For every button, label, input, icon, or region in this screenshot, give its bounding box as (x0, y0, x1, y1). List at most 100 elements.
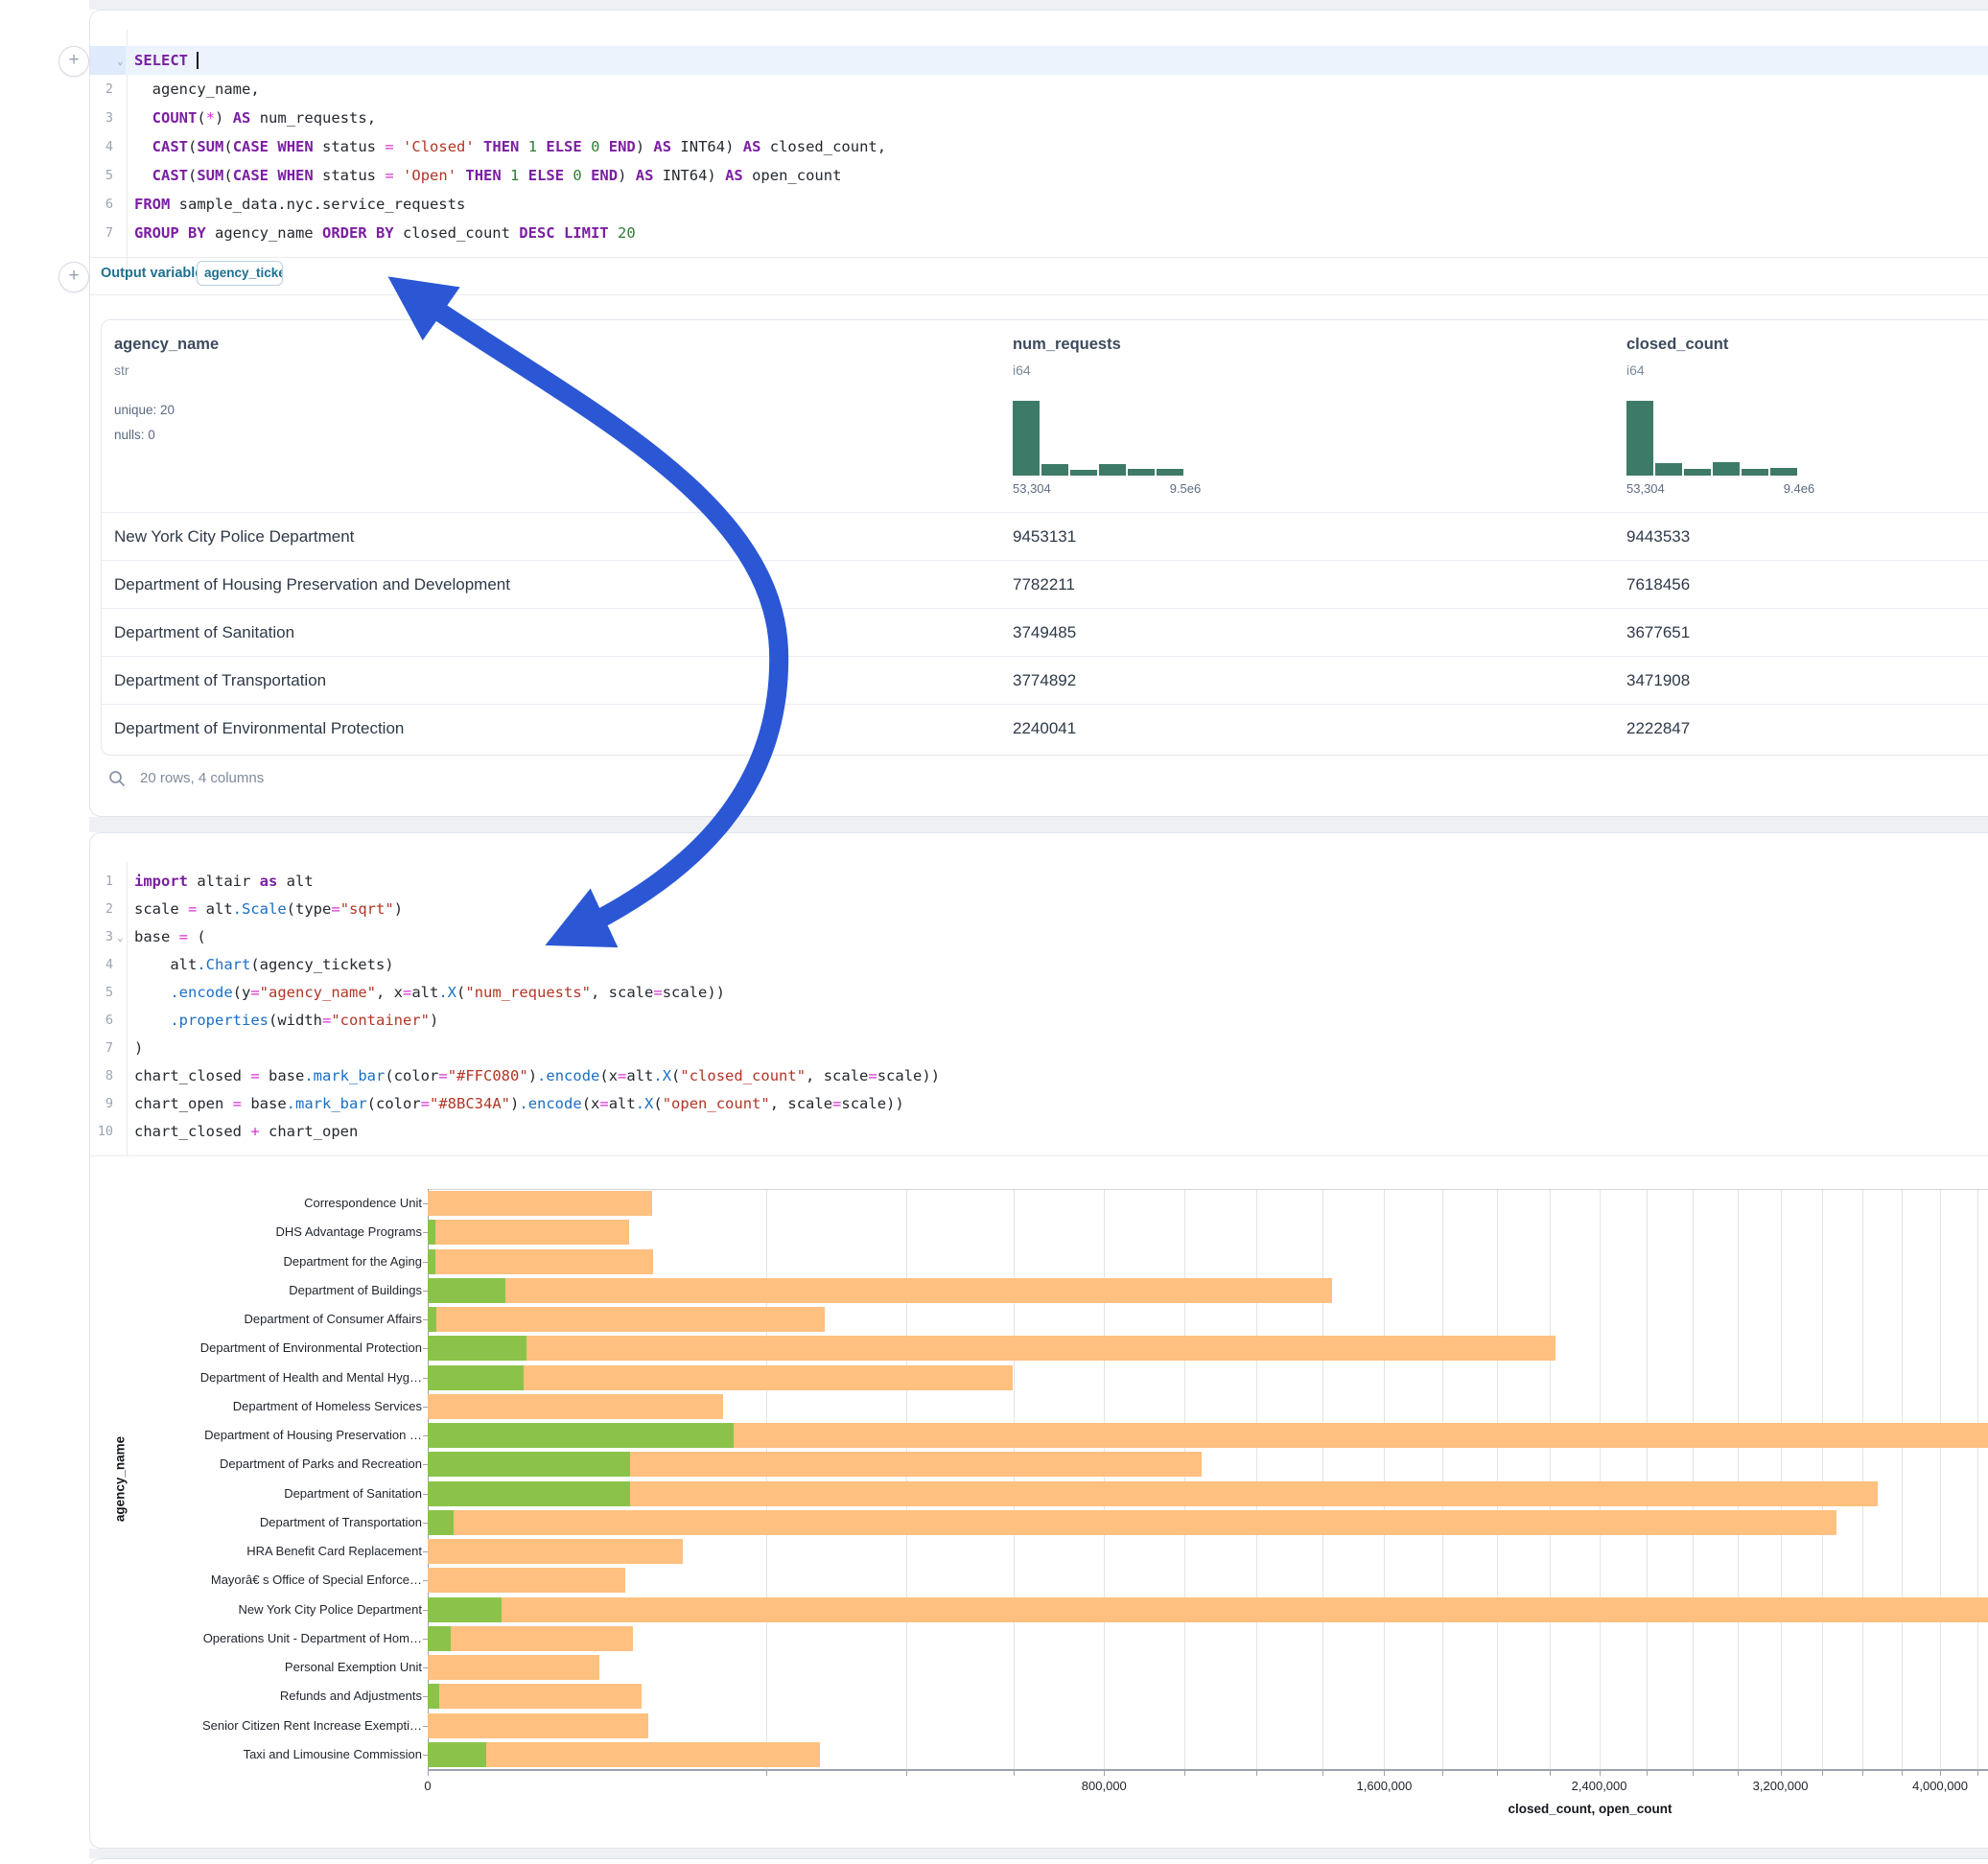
table-cell: 2222847 (1626, 705, 1690, 753)
divider (90, 1155, 1988, 1156)
collapse-caret-icon[interactable]: ⌄ (117, 923, 124, 952)
code-line[interactable]: 5 CAST(SUM(CASE WHEN status = 'Open' THE… (90, 161, 1988, 190)
code-line[interactable]: 9chart_open = base.mark_bar(color="#8BC3… (90, 1089, 1988, 1118)
y-axis-label: Department for the Aging (283, 1254, 422, 1270)
x-axis-tick (1322, 1770, 1323, 1776)
code-line[interactable]: 8chart_closed = base.mark_bar(color="#FF… (90, 1061, 1988, 1090)
x-axis-title: closed_count, open_count (1398, 1802, 1782, 1816)
code-line[interactable]: 2scale = alt.Scale(type="sqrt") (90, 895, 1988, 923)
x-axis-tick (1902, 1770, 1903, 1776)
code-line[interactable]: 4 alt.Chart(agency_tickets) (90, 950, 1988, 979)
histogram-bar (1128, 469, 1155, 476)
x-axis-tick (1600, 1770, 1601, 1776)
y-axis-tick (423, 1291, 428, 1292)
x-axis-label: 2,400,000 (1542, 1779, 1657, 1793)
y-axis-label: HRA Benefit Card Replacement (246, 1544, 422, 1559)
line-number: 2 (90, 75, 113, 104)
chart-bar-closed (428, 1568, 625, 1593)
chart-bar-closed (428, 1626, 633, 1651)
code-text: chart_closed + chart_open (134, 1117, 358, 1146)
add-cell-button[interactable]: + (58, 262, 89, 292)
table-cell: 7618456 (1626, 561, 1690, 609)
gridline (1550, 1189, 1551, 1769)
collapse-caret-icon[interactable]: ⌄ (117, 47, 124, 76)
gridline (766, 1189, 767, 1769)
line-number: 4 (90, 950, 113, 979)
code-line[interactable]: 7) (90, 1034, 1988, 1062)
y-axis-label: Department of Buildings (289, 1283, 422, 1298)
result-table: agency_namestrunique: 20nulls: 0num_requ… (101, 319, 1988, 756)
code-text: SELECT (134, 46, 199, 75)
code-line[interactable]: 1⌄SELECT (90, 46, 1988, 75)
code-line[interactable]: 10chart_closed + chart_open (90, 1117, 1988, 1146)
x-axis-tick (428, 1770, 429, 1776)
line-number: 7 (90, 1034, 113, 1062)
chart-bar-closed (428, 1278, 1332, 1303)
y-axis-label: Department of Transportation (260, 1515, 422, 1530)
line-number: 4 (90, 132, 113, 161)
notebook-page: + + 1⌄SELECT 2 agency_name,3 COUNT(*) AS… (0, 0, 1988, 1864)
x-axis-tick (766, 1770, 767, 1776)
y-axis-label: DHS Advantage Programs (276, 1224, 422, 1240)
x-axis-label: 800,000 (1046, 1779, 1161, 1793)
chart-bar-closed (428, 1220, 629, 1245)
gridline (1902, 1189, 1903, 1769)
chart-bar-open (428, 1510, 454, 1535)
code-line[interactable]: 7GROUP BY agency_name ORDER BY closed_co… (90, 219, 1988, 247)
code-line[interactable]: 4 CAST(SUM(CASE WHEN status = 'Closed' T… (90, 132, 1988, 161)
divider (90, 294, 1988, 295)
histogram-bar (1013, 401, 1040, 476)
column-header[interactable]: num_requests (1013, 336, 1121, 354)
histogram-bar (1684, 469, 1711, 476)
x-axis-tick (1693, 1770, 1694, 1776)
code-line[interactable]: 2 agency_name, (90, 75, 1988, 104)
x-axis-tick (1647, 1770, 1648, 1776)
table-cell: 2240041 (1013, 705, 1076, 753)
y-axis-tick (423, 1378, 428, 1379)
table-cell: 7782211 (1013, 561, 1075, 609)
table-row[interactable]: New York City Police Department945313194… (102, 512, 1988, 561)
x-axis-label: 1,600,000 (1326, 1779, 1441, 1793)
table-row[interactable]: Department of Transportation377489234719… (102, 656, 1988, 705)
table-cell: Department of Transportation (114, 657, 326, 705)
y-axis-tick (423, 1523, 428, 1524)
gridline (1977, 1189, 1978, 1769)
code-line[interactable]: 3 COUNT(*) AS num_requests, (90, 104, 1988, 132)
code-line[interactable]: 6 .properties(width="container") (90, 1006, 1988, 1035)
code-line[interactable]: 3⌄base = ( (90, 922, 1988, 951)
column-header[interactable]: closed_count (1626, 336, 1728, 354)
x-axis-tick (1738, 1770, 1739, 1776)
table-row[interactable]: Department of Sanitation37494853677651 (102, 608, 1988, 657)
y-axis-label: Refunds and Adjustments (280, 1689, 422, 1704)
code-line[interactable]: 6FROM sample_data.nyc.service_requests (90, 190, 1988, 219)
x-axis-tick (1822, 1770, 1823, 1776)
code-text: scale = alt.Scale(type="sqrt") (134, 895, 403, 923)
chart-bar-open (428, 1365, 524, 1390)
histogram-bar (1770, 468, 1797, 476)
table-row[interactable]: Department of Housing Preservation and D… (102, 560, 1988, 609)
column-header[interactable]: agency_name (114, 336, 219, 354)
altair-bar-chart: Correspondence UnitDHS Advantage Program… (89, 1163, 1988, 1849)
y-axis-tick (423, 1639, 428, 1640)
gridline (1322, 1189, 1323, 1769)
chart-bar-open (428, 1249, 435, 1274)
y-axis-tick (423, 1348, 428, 1349)
y-axis-label: Department of Environmental Protection (200, 1340, 422, 1356)
y-axis-tick (423, 1580, 428, 1581)
code-text: FROM sample_data.nyc.service_requests (134, 190, 465, 219)
table-row[interactable]: Department of Environmental Protection 22… (102, 704, 1988, 753)
code-line[interactable]: 5 .encode(y="agency_name", x=alt.X("num_… (90, 978, 1988, 1007)
add-cell-button[interactable]: + (58, 46, 89, 77)
column-type: i64 (1626, 362, 1645, 378)
chart-bar-closed (428, 1539, 683, 1564)
search-icon[interactable] (107, 769, 127, 788)
page-gap-bottom (89, 1849, 1988, 1858)
code-line[interactable]: 1import altair as alt (90, 867, 1988, 896)
code-text: CAST(SUM(CASE WHEN status = 'Open' THEN … (134, 161, 841, 190)
table-cell: Department of Environmental Protection (114, 705, 404, 753)
output-variable-label: Output variable: (101, 266, 207, 281)
chart-bar-closed (428, 1655, 599, 1680)
x-axis-tick (1940, 1770, 1941, 1776)
y-axis-label: Department of Parks and Recreation (220, 1456, 422, 1472)
output-variable-pill[interactable]: agency_tickets (197, 261, 283, 286)
